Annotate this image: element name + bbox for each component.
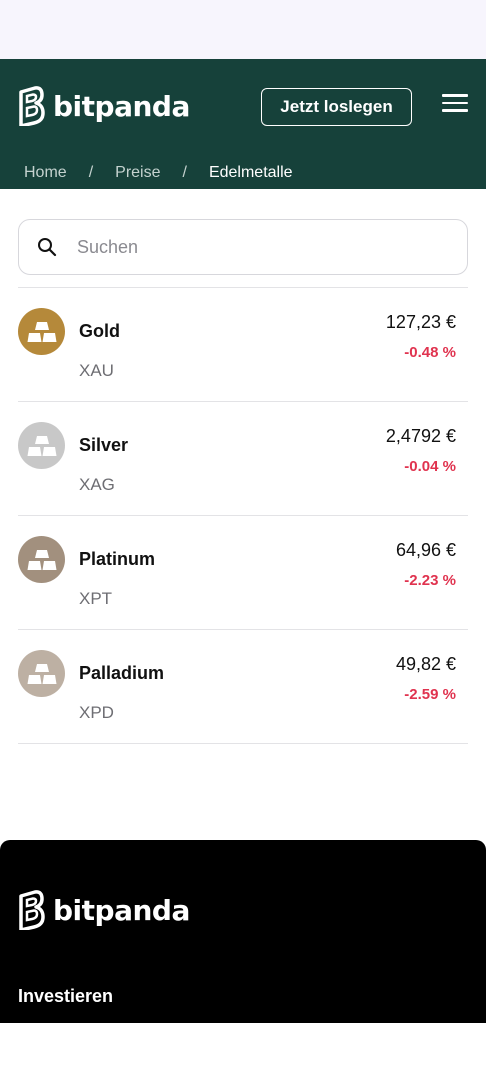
footer-section-invest[interactable]: Investieren (18, 986, 113, 1007)
site-header: bitpanda Jetzt loslegen Home / Preise / … (0, 59, 486, 189)
metal-name: Silver (79, 435, 129, 455)
search-input[interactable] (77, 236, 437, 258)
metal-name: Gold (79, 321, 120, 341)
bitpanda-logo-icon (19, 86, 45, 126)
metal-name: Platinum (79, 549, 156, 569)
metal-row-gold[interactable]: Gold XAU 127,23 € -0.48 % (18, 288, 468, 402)
metal-symbol: XAU (79, 361, 114, 380)
hamburger-menu-icon[interactable] (442, 94, 468, 114)
brand-name: bitpanda (53, 89, 190, 123)
search-icon (38, 238, 57, 257)
metal-name: Palladium (79, 663, 165, 683)
site-footer: bitpanda Investieren (0, 840, 486, 1023)
breadcrumb-home[interactable]: Home (24, 164, 67, 182)
metal-change: -0.48 % (404, 344, 456, 361)
metal-price: 2,4792 € (385, 426, 456, 446)
gold-bars-icon (18, 422, 65, 469)
metal-row-platinum[interactable]: Platinum XPT 64,96 € -2.23 % (18, 516, 468, 630)
metal-price: 64,96 € (395, 540, 456, 560)
metal-price: 49,82 € (395, 654, 456, 674)
metal-symbol: XAG (79, 475, 115, 494)
metal-symbol: XPD (79, 703, 114, 722)
footer-brand-name: bitpanda (53, 893, 190, 927)
metals-list: Gold XAU 127,23 € -0.48 % Silver XAG 2,4… (18, 287, 468, 744)
status-bar (0, 0, 486, 59)
gold-bars-icon (18, 536, 65, 583)
gold-bars-icon (18, 650, 65, 697)
metal-change: -0.04 % (404, 458, 456, 475)
get-started-button[interactable]: Jetzt loslegen (261, 88, 412, 126)
metal-change: -2.23 % (404, 572, 456, 589)
metal-price: 127,23 € (385, 312, 456, 332)
bitpanda-logo[interactable]: bitpanda (17, 86, 190, 126)
metal-change: -2.59 % (404, 686, 456, 703)
metal-symbol: XPT (79, 589, 113, 608)
breadcrumb-current: Edelmetalle (208, 164, 293, 181)
gold-bars-icon (18, 308, 65, 355)
footer-bitpanda-logo[interactable]: bitpanda (17, 890, 190, 930)
breadcrumb: Home / Preise / Edelmetalle (24, 164, 293, 182)
metal-row-silver[interactable]: Silver XAG 2,4792 € -0.04 % (18, 402, 468, 516)
bitpanda-logo-icon (19, 890, 45, 930)
breadcrumb-separator: / (88, 164, 94, 181)
breadcrumb-separator: / (182, 164, 187, 181)
breadcrumb-prices[interactable]: Preise (115, 164, 160, 182)
search-box[interactable] (18, 219, 468, 275)
metal-row-palladium[interactable]: Palladium XPD 49,82 € -2.59 % (18, 630, 468, 744)
